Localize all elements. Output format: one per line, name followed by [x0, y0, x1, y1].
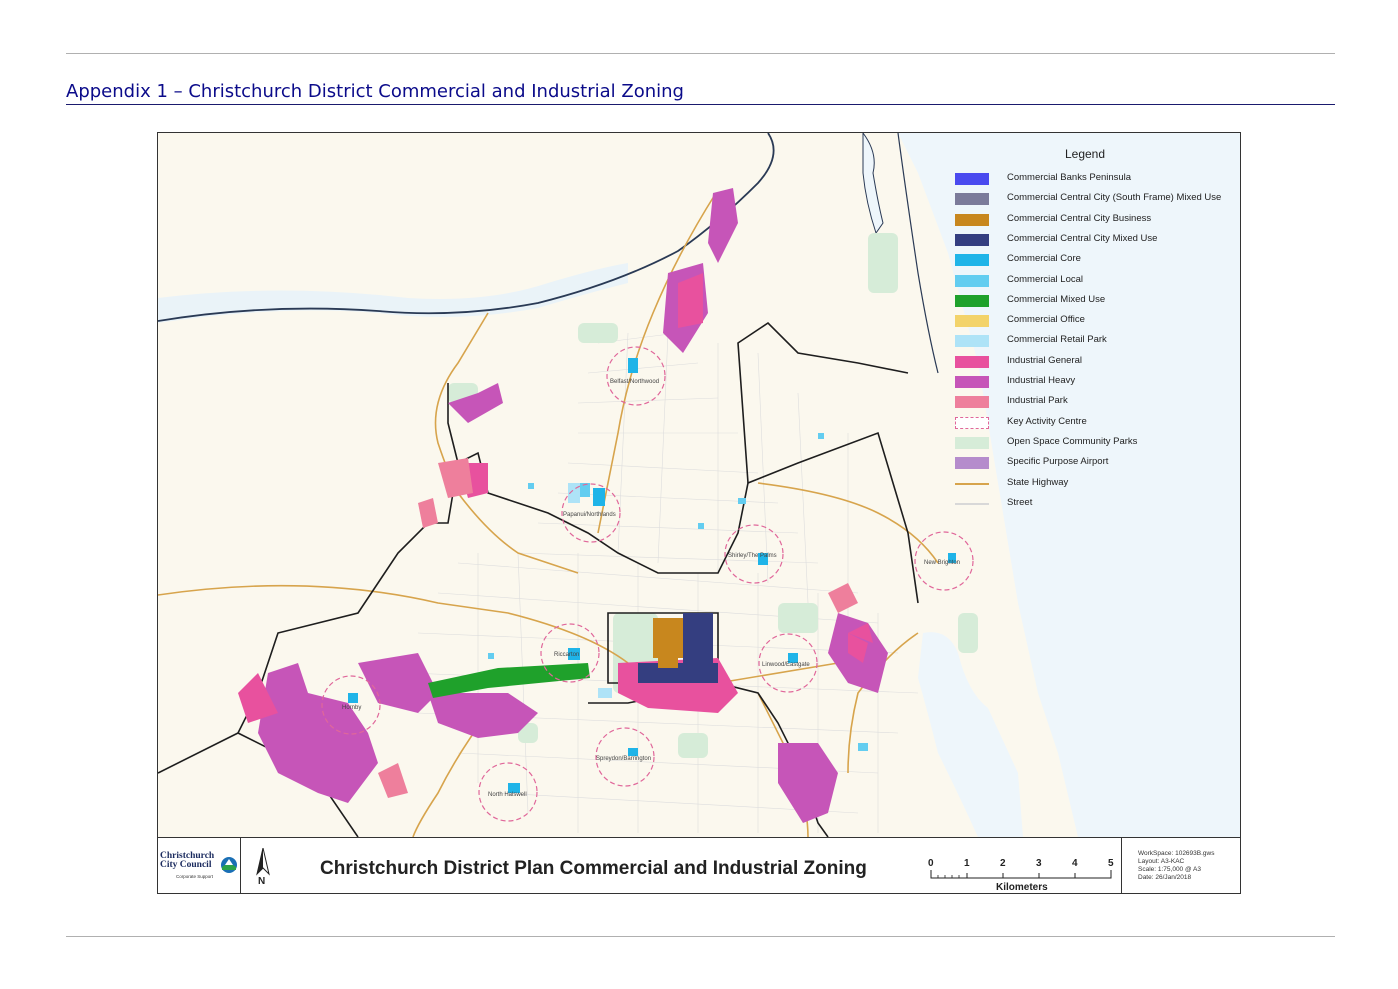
legend-swatch	[955, 294, 989, 307]
map-info-block: WorkSpace: 102693B.gws Layout: A3-KAC Sc…	[1121, 838, 1240, 893]
legend-label: State Highway	[1007, 476, 1069, 488]
top-rule	[66, 53, 1335, 54]
legend-swatch	[955, 396, 989, 409]
legend-label: Commercial Office	[1007, 314, 1085, 326]
place-label: North Halswell	[488, 792, 527, 798]
map-title-bar: Christchurch City Council Corporate Supp…	[158, 837, 1240, 893]
legend-item: Commercial Central City Mixed Use	[955, 232, 1235, 248]
legend-item: Commercial Mixed Use	[955, 293, 1235, 309]
map-legend: Legend Commercial Banks Peninsula Commerc…	[945, 143, 1235, 543]
council-logo-name: Christchurch City Council	[160, 851, 214, 870]
legend-swatch	[955, 482, 989, 485]
place-label: Papanui/Northlands	[563, 512, 616, 518]
legend-swatch	[955, 457, 989, 470]
scale-unit: Kilometers	[996, 882, 1048, 893]
legend-item: State Highway	[955, 476, 1235, 492]
legend-item: Commercial Central City Business	[955, 212, 1235, 228]
legend-label: Industrial Heavy	[1007, 375, 1076, 386]
legend-label: Key Activity Centre	[1007, 415, 1087, 427]
legend-label: Commercial Local	[1007, 273, 1084, 285]
council-emblem-icon	[221, 857, 237, 873]
scale-tick-label: 2	[1000, 858, 1006, 869]
legend-swatch	[955, 355, 989, 368]
commercial-core-sites	[348, 358, 956, 793]
place-label: Riccarton	[554, 652, 579, 658]
place-label: Linwood/Eastgate	[762, 662, 810, 668]
bottom-rule	[66, 936, 1335, 937]
appendix-heading: Appendix 1 – Christchurch District Comme…	[66, 80, 1335, 105]
legend-swatch	[955, 502, 989, 505]
legend-item: Industrial Heavy	[955, 374, 1235, 390]
legend-swatch	[955, 436, 989, 449]
legend-item: Key Activity Centre	[955, 415, 1235, 431]
north-arrow: N	[256, 847, 270, 888]
legend-item: Industrial Park	[955, 394, 1235, 410]
scale-tick-label: 0	[928, 858, 934, 869]
legend-label: Commercial Retail Park	[1007, 334, 1107, 346]
map-frame: Belfast/Northwood Papanui/Northlands Shi…	[157, 132, 1241, 894]
legend-label: Industrial General	[1007, 354, 1082, 366]
legend-swatch	[955, 274, 989, 287]
legend-swatch	[955, 376, 989, 388]
commercial-mixed-use-corridor	[428, 663, 590, 698]
place-label: Hornby	[342, 705, 361, 711]
legend-item: Commercial Central City (South Frame) Mi…	[955, 191, 1235, 207]
legend-item: Commercial Local	[955, 273, 1235, 289]
legend-item: Open Space Community Parks	[955, 435, 1235, 451]
legend-swatch	[955, 213, 989, 226]
legend-label: Commercial Central City Business	[1007, 212, 1152, 224]
council-logo: Christchurch City Council Corporate Supp…	[158, 838, 241, 893]
scale-tick-label: 3	[1036, 858, 1042, 869]
scale-tick-label: 1	[964, 858, 970, 869]
legend-label: Commercial Mixed Use	[1007, 293, 1106, 305]
legend-label: Commercial Banks Peninsula	[1007, 172, 1132, 183]
council-name-line2: City Council	[160, 860, 212, 870]
place-label: Shirley/The Palms	[728, 553, 777, 559]
place-label: New Brighton	[924, 560, 960, 566]
legend-swatch	[955, 233, 989, 246]
legend-swatch	[955, 315, 989, 328]
scale-tick-label: 4	[1072, 858, 1078, 869]
legend-swatch	[955, 193, 989, 206]
info-layout: Layout: A3-KAC	[1138, 858, 1185, 865]
legend-label: Commercial Core	[1007, 253, 1081, 265]
legend-label: Commercial Central City (South Frame) Mi…	[1007, 192, 1222, 204]
legend-item: Specific Purpose Airport	[955, 455, 1235, 471]
info-workspace: WorkSpace: 102693B.gws	[1138, 850, 1215, 857]
legend-label: Open Space Community Parks	[1007, 435, 1138, 447]
legend-title: Legend	[1064, 147, 1106, 161]
legend-swatch	[955, 254, 989, 267]
legend-swatch	[955, 416, 989, 429]
legend-item: Street	[955, 496, 1235, 512]
legend-item: Industrial General	[955, 354, 1235, 370]
waimakariri-river	[158, 263, 628, 323]
place-label: Spreydon/Barrington	[596, 756, 651, 762]
legend-label: Specific Purpose Airport	[1007, 456, 1109, 468]
estuary	[918, 632, 1023, 837]
info-date: Date: 26/Jan/2018	[1138, 874, 1192, 881]
island	[862, 133, 884, 235]
legend-label: Commercial Central City Mixed Use	[1007, 232, 1158, 244]
legend-label: Industrial Park	[1007, 395, 1068, 407]
scale-bar-graphic	[930, 870, 1112, 879]
council-logo-sub: Corporate Support	[176, 874, 214, 879]
legend-label: Street	[1007, 496, 1033, 508]
legend-item: Commercial Office	[955, 313, 1235, 329]
legend-swatch	[955, 335, 989, 348]
legend-item: Commercial Core	[955, 252, 1235, 268]
key-activity-centres	[321, 346, 974, 822]
legend-item: Commercial Retail Park	[955, 333, 1235, 349]
north-letter: N	[258, 876, 266, 887]
map-title: Christchurch District Plan Commercial an…	[320, 858, 867, 879]
scale-tick-label: 5	[1108, 858, 1114, 869]
place-labels: Belfast/Northwood Papanui/Northlands Shi…	[342, 379, 960, 798]
place-label: Belfast/Northwood	[610, 379, 659, 385]
legend-swatch	[955, 173, 989, 185]
legend-item: Commercial Banks Peninsula	[955, 171, 1235, 187]
scale-bar: 0 1 2 3 4 5 Kilometers	[928, 858, 1118, 893]
north-arrow-icon	[256, 847, 270, 876]
info-scale: Scale: 1:75,000 @ A3	[1138, 866, 1201, 873]
